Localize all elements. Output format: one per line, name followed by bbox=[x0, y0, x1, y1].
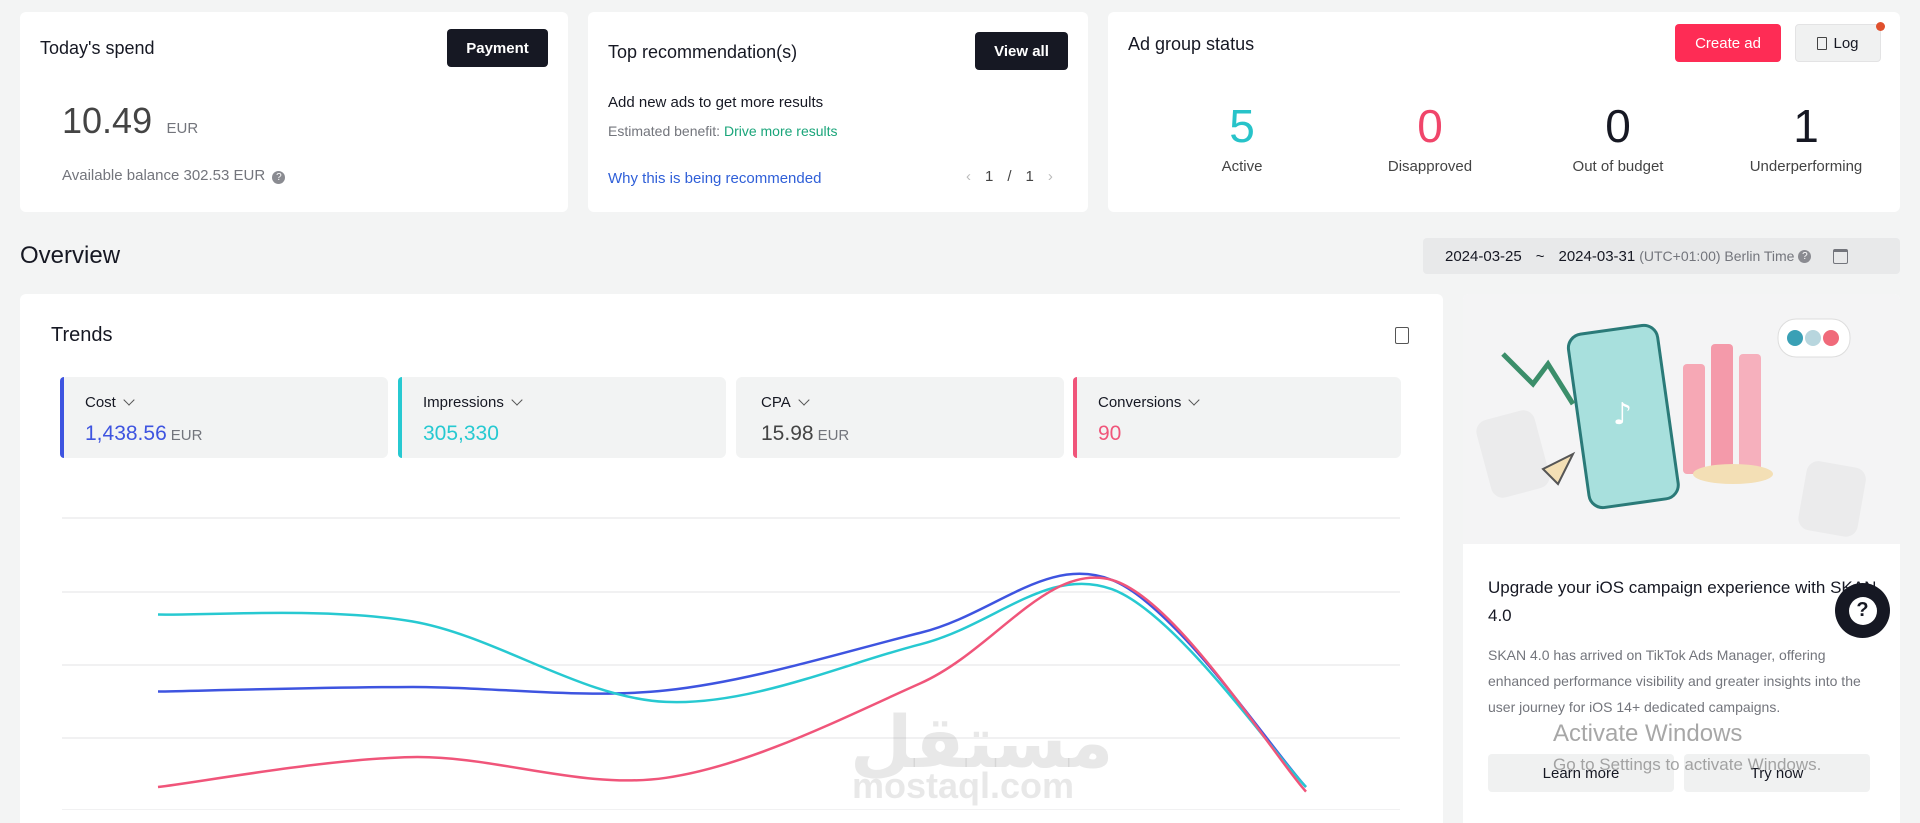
metric-cpa-value-wrap: 15.98 EUR bbox=[761, 422, 849, 446]
spend-currency: EUR bbox=[166, 120, 199, 137]
metric-conversions-label: Conversions bbox=[1098, 394, 1182, 411]
stat-underperforming-label: Underperforming bbox=[1749, 158, 1863, 175]
available-balance-text: Available balance 302.53 EUR bbox=[62, 167, 266, 184]
log-button[interactable]: Log bbox=[1795, 24, 1881, 62]
stat-active-value: 5 bbox=[1229, 100, 1255, 152]
prev-page-icon[interactable]: ‹ bbox=[966, 168, 971, 185]
trends-chart bbox=[62, 517, 1400, 810]
metric-cpa[interactable]: CPA 15.98 EUR bbox=[736, 377, 1064, 458]
metric-cost-bar bbox=[60, 377, 64, 458]
export-icon[interactable] bbox=[1395, 327, 1409, 344]
log-label: Log bbox=[1833, 34, 1859, 52]
timezone: (UTC+01:00) Berlin Time bbox=[1639, 248, 1795, 264]
help-float-button[interactable]: ? bbox=[1835, 583, 1890, 638]
metric-cost[interactable]: Cost 1,438.56 EUR bbox=[60, 377, 388, 458]
todays-spend-card: Today's spend Payment 10.49 EUR Availabl… bbox=[20, 12, 568, 212]
metric-impressions-value-wrap: 305,330 bbox=[423, 422, 499, 446]
create-ad-button[interactable]: Create ad bbox=[1675, 24, 1781, 62]
payment-button[interactable]: Payment bbox=[447, 29, 548, 67]
timezone-help-icon[interactable]: ? bbox=[1798, 249, 1812, 263]
stat-active[interactable]: 5 Active bbox=[1162, 100, 1322, 175]
metric-cpa-label: CPA bbox=[761, 394, 791, 411]
page-total: 1 bbox=[1025, 168, 1034, 185]
metric-conversions-value: 90 bbox=[1098, 422, 1122, 445]
date-end: 2024-03-31 bbox=[1558, 247, 1636, 265]
spend-value: 10.49 bbox=[62, 100, 153, 141]
metric-cost-unit: EUR bbox=[170, 427, 203, 444]
benefit-link[interactable]: Drive more results bbox=[724, 123, 838, 139]
recommendation-pagination: ‹ 1 / 1 › bbox=[966, 168, 1053, 185]
stat-out-of-budget-label: Out of budget bbox=[1572, 158, 1664, 175]
date-range-picker[interactable]: 2024-03-25 ~ 2024-03-31 (UTC+01:00) Berl… bbox=[1423, 238, 1900, 274]
metric-impressions[interactable]: Impressions 305,330 bbox=[398, 377, 726, 458]
chevron-down-icon[interactable] bbox=[1188, 394, 1201, 406]
series-line-impressions bbox=[157, 582, 1307, 788]
view-all-button[interactable]: View all bbox=[975, 32, 1068, 70]
recommendation-card: Top recommendation(s) View all Add new a… bbox=[588, 12, 1088, 212]
benefit-prefix: Estimated benefit: bbox=[608, 123, 724, 139]
date-start: 2024-03-25 bbox=[1445, 247, 1522, 265]
available-balance: Available balance 302.53 EUR ? bbox=[62, 167, 286, 184]
promo-illustration: ♪ bbox=[1463, 294, 1900, 544]
series-line-cost bbox=[157, 572, 1307, 788]
ad-group-status-title: Ad group status bbox=[1128, 34, 1255, 54]
stat-out-of-budget[interactable]: 0 Out of budget bbox=[1538, 100, 1698, 175]
metric-impressions-name: Impressions bbox=[423, 394, 523, 411]
metric-conversions-name: Conversions bbox=[1098, 394, 1201, 411]
metric-cost-label: Cost bbox=[85, 394, 116, 411]
recommendation-title: Top recommendation(s) bbox=[608, 42, 798, 62]
metric-conversions-bar bbox=[1073, 377, 1077, 458]
stat-underperforming[interactable]: 1 Underperforming bbox=[1726, 100, 1886, 175]
stat-underperforming-value: 1 bbox=[1793, 100, 1819, 152]
stat-out-of-budget-value: 0 bbox=[1605, 100, 1631, 152]
help-icon[interactable]: ? bbox=[272, 171, 286, 184]
series-line-conversions bbox=[157, 576, 1307, 793]
stat-disapproved[interactable]: 0 Disapproved bbox=[1350, 100, 1510, 175]
spend-amount: 10.49 EUR bbox=[62, 100, 198, 142]
stat-disapproved-label: Disapproved bbox=[1387, 158, 1473, 175]
metric-cost-value-wrap: 1,438.56 EUR bbox=[85, 422, 202, 446]
metric-cpa-name: CPA bbox=[761, 394, 810, 411]
stat-disapproved-value: 0 bbox=[1417, 100, 1443, 152]
calendar-icon[interactable] bbox=[1833, 248, 1849, 264]
promo-body: SKAN 4.0 has arrived on TikTok Ads Manag… bbox=[1488, 647, 1861, 715]
question-icon: ? bbox=[1848, 596, 1877, 625]
overview-title: Overview bbox=[20, 242, 121, 269]
activate-windows-sub: Go to Settings to activate Windows. bbox=[1553, 755, 1822, 774]
page-sep: / bbox=[1007, 168, 1012, 185]
metric-cpa-unit: EUR bbox=[817, 427, 850, 444]
notification-dot bbox=[1876, 22, 1885, 31]
chevron-down-icon[interactable] bbox=[123, 394, 135, 406]
stat-active-label: Active bbox=[1221, 158, 1263, 175]
metric-cost-value: 1,438.56 bbox=[85, 422, 167, 445]
metric-conversions-value-wrap: 90 bbox=[1098, 422, 1121, 446]
chevron-down-icon[interactable] bbox=[798, 394, 810, 406]
activate-windows-title: Activate Windows bbox=[1553, 720, 1743, 747]
trends-title: Trends bbox=[51, 324, 113, 346]
ad-group-status-card: Ad group status Create ad Log 5 Active 0… bbox=[1108, 12, 1900, 212]
metric-conversions[interactable]: Conversions 90 bbox=[1073, 377, 1401, 458]
metric-impressions-bar bbox=[398, 377, 402, 458]
page-current: 1 bbox=[985, 168, 994, 185]
next-page-icon[interactable]: › bbox=[1048, 168, 1053, 185]
metric-cost-name: Cost bbox=[85, 394, 135, 411]
metric-impressions-value: 305,330 bbox=[423, 422, 499, 445]
recommendation-headline: Add new ads to get more results bbox=[608, 94, 824, 111]
metric-impressions-label: Impressions bbox=[423, 394, 504, 411]
estimated-benefit: Estimated benefit: Drive more results bbox=[608, 123, 838, 139]
date-sep: ~ bbox=[1535, 247, 1545, 265]
promo-title: Upgrade your iOS campaign experience wit… bbox=[1488, 578, 1877, 625]
why-recommended-link[interactable]: Why this is being recommended bbox=[608, 170, 821, 187]
document-icon bbox=[1817, 36, 1828, 50]
promo-illustration-svg: ♪ bbox=[1476, 318, 1866, 537]
todays-spend-title: Today's spend bbox=[40, 38, 155, 58]
tiktok-logo-icon: ♪ bbox=[1613, 397, 1632, 432]
chevron-down-icon[interactable] bbox=[511, 394, 523, 406]
watermark-english: mostaql.com bbox=[852, 765, 1075, 806]
metric-cpa-value: 15.98 bbox=[761, 422, 814, 445]
